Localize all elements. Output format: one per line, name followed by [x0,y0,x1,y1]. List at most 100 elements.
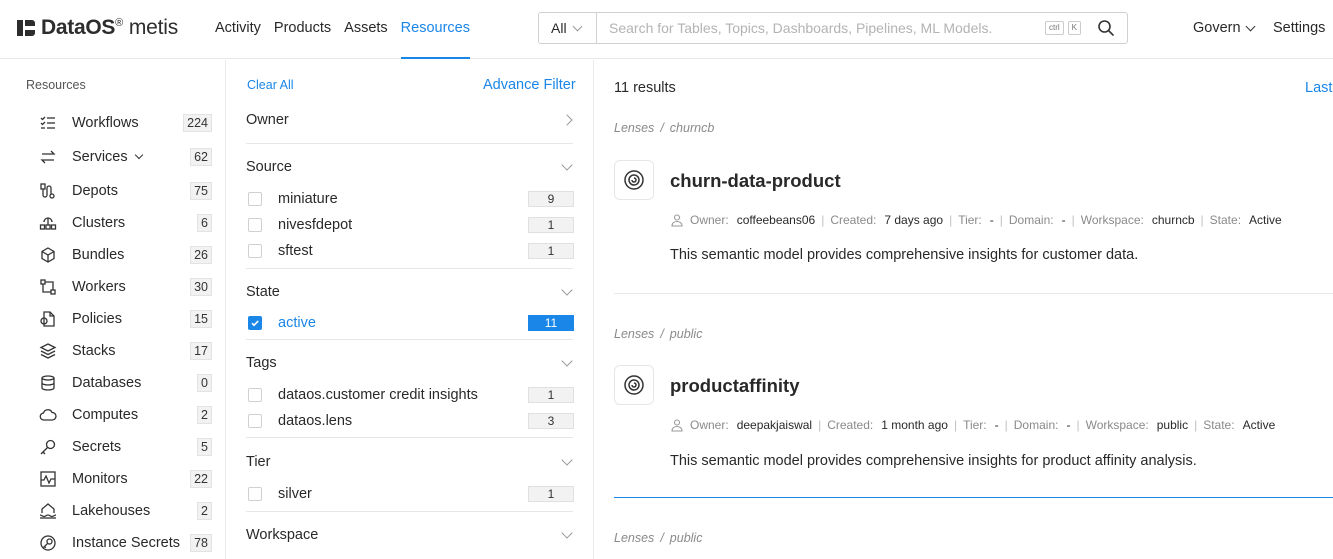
filter-option[interactable]: active 11 [248,312,574,334]
checkbox[interactable] [248,192,262,206]
sidebar-item-monitors[interactable]: Monitors 22 [38,467,212,491]
filter-state-title[interactable]: State [246,284,280,300]
checkbox[interactable] [248,388,262,402]
nav-resources[interactable]: Resources [400,0,471,59]
lakehouse-icon [38,501,58,521]
result-title[interactable]: productaffinity [670,375,800,397]
filter-option[interactable]: silver 1 [248,483,574,505]
nav-activity[interactable]: Activity [215,0,261,59]
nav-assets[interactable]: Assets [344,0,388,59]
result-title[interactable]: churn-data-product [670,170,841,192]
filter-workspace-title[interactable]: Workspace [246,527,318,543]
checkbox[interactable] [248,218,262,232]
chevron-down-icon[interactable] [134,150,143,160]
chevron-down-icon[interactable] [561,284,573,296]
sidebar-item-databases[interactable]: Databases 0 [38,371,212,395]
sidebar-item-label: Workers [72,279,126,295]
checkbox-checked[interactable] [248,316,262,330]
filter-option-label: silver [278,486,312,502]
filter-option[interactable]: miniature 9 [248,188,574,210]
bundle-icon [38,245,58,265]
sidebar-item-label: Workflows [72,115,139,131]
sidebar-item-count: 5 [197,438,212,456]
checkbox[interactable] [248,487,262,501]
sidebar-item-count: 78 [190,534,212,552]
dataos-logo-icon [17,18,37,38]
breadcrumb-workspace[interactable]: churncb [670,121,714,135]
top-navbar: DataOS® metis Activity Products Assets R… [0,0,1333,59]
results-count: 11 results [614,80,676,96]
breadcrumb-type[interactable]: Lenses [614,531,654,545]
stack-icon [38,341,58,361]
breadcrumb: Lenses / churncb [614,121,715,135]
sidebar-item-computes[interactable]: Computes 2 [38,403,212,427]
filter-owner-title[interactable]: Owner [246,112,289,128]
filter-option[interactable]: dataos.customer credit insights 1 [248,384,574,406]
main-nav: Activity Products Assets Resources [215,0,483,59]
sidebar-title: Resources [26,78,86,92]
chevron-down-icon[interactable] [561,355,573,367]
chevron-right-icon[interactable] [561,114,573,126]
filter-option-label: active [278,315,316,331]
breadcrumb-type[interactable]: Lenses [614,327,654,341]
filter-tags-title[interactable]: Tags [246,355,277,371]
sidebar-item-bundles[interactable]: Bundles 26 [38,243,212,267]
sidebar-item-lakehouses[interactable]: Lakehouses 2 [38,499,212,523]
clear-all-link[interactable]: Clear All [247,78,294,92]
chevron-down-icon[interactable] [561,454,573,466]
results-panel: 11 results Last Lenses / churncb churn-dat… [595,60,1333,559]
sidebar-item-secrets[interactable]: Secrets 5 [38,435,212,459]
search-scope-select[interactable]: All [539,13,597,43]
lens-icon [614,365,654,405]
filter-option[interactable]: nivesfdepot 1 [248,214,574,236]
filter-option-count: 1 [528,217,574,233]
breadcrumb-workspace[interactable]: public [670,327,703,341]
govern-menu[interactable]: Govern [1193,0,1256,56]
sidebar-item-label: Instance Secrets [72,535,180,551]
filter-option[interactable]: sftest 1 [248,240,574,262]
sidebar-item-count: 22 [190,470,212,488]
breadcrumb-type[interactable]: Lenses [614,121,654,135]
sidebar-item-clusters[interactable]: Clusters 6 [38,211,212,235]
nav-products[interactable]: Products [274,0,331,59]
result-description: This semantic model provides comprehensi… [670,453,1197,469]
result-description: This semantic model provides comprehensi… [670,247,1139,263]
sidebar-item-count: 15 [190,310,212,328]
sidebar-item-depots[interactable]: Depots 75 [38,179,212,203]
sidebar-item-count: 26 [190,246,212,264]
sidebar-item-count: 30 [190,278,212,296]
sidebar-item-label: Bundles [72,247,125,263]
sidebar-item-instance-secrets[interactable]: Instance Secrets 78 [38,531,212,555]
settings-link[interactable]: Settings [1273,0,1325,56]
checkbox[interactable] [248,244,262,258]
checkbox[interactable] [248,414,262,428]
sidebar-item-policies[interactable]: Policies 15 [38,307,212,331]
search-input[interactable] [597,14,1045,42]
sidebar-item-count: 2 [197,406,212,424]
sidebar-item-workers[interactable]: Workers 30 [38,275,212,299]
sidebar-item-label: Secrets [72,439,122,455]
lens-icon [614,160,654,200]
sidebar-item-label: Policies [72,311,122,327]
sidebar-item-count: 75 [190,182,212,200]
filter-source-title[interactable]: Source [246,159,292,175]
divider [614,293,1333,294]
sidebar-item-stacks[interactable]: Stacks 17 [38,339,212,363]
filter-option-count: 9 [528,191,574,207]
dataos-logo[interactable]: DataOS® metis [17,14,178,42]
secret-icon [38,437,58,457]
sort-last-link[interactable]: Last [1305,80,1332,96]
chevron-down-icon[interactable] [561,527,573,539]
chevron-down-icon [572,21,583,31]
search-icon[interactable] [1091,13,1121,43]
filter-tier-title[interactable]: Tier [246,454,270,470]
instance-secret-icon [38,533,58,553]
breadcrumb-workspace[interactable]: public [670,531,703,545]
chevron-down-icon[interactable] [561,159,573,171]
advance-filter-link[interactable]: Advance Filter [483,77,576,93]
sidebar-item-services[interactable]: Services 62 [38,145,212,169]
sidebar-item-count: 2 [197,502,212,520]
filter-option[interactable]: dataos.lens 3 [248,410,574,432]
breadcrumb: Lenses / public [614,327,703,341]
sidebar-item-workflows[interactable]: Workflows 224 [38,111,212,135]
